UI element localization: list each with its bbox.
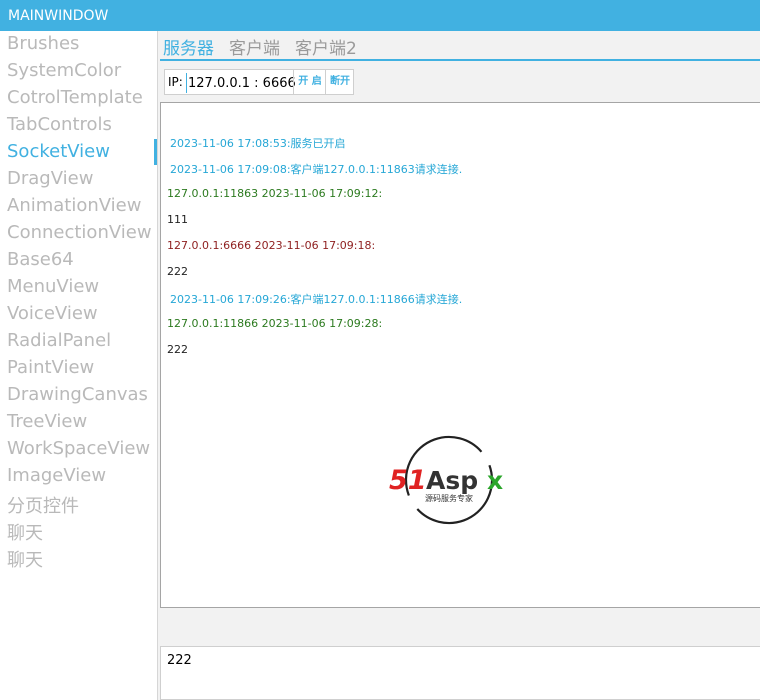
- start-server-button[interactable]: 开 启: [293, 70, 326, 94]
- disconnect-button[interactable]: 断开: [325, 70, 354, 94]
- sidebar-item[interactable]: MenuView: [7, 276, 99, 297]
- ip-bar: IP: 开 启 断开: [164, 69, 354, 95]
- tab-client[interactable]: 客户端: [229, 34, 280, 59]
- sidebar-item[interactable]: ImageView: [7, 465, 106, 486]
- sidebar-item[interactable]: DrawingCanvas: [7, 384, 148, 405]
- sidebar-item[interactable]: TreeView: [7, 411, 87, 432]
- logo-letters: Asp: [426, 466, 478, 495]
- window-title: MAINWINDOW: [8, 8, 109, 24]
- tab-server[interactable]: 服务器: [163, 34, 214, 59]
- tab-underline: [160, 59, 760, 61]
- message-system: 2023-11-06 17:08:53:服务已开启: [170, 137, 346, 150]
- sidebar: Brushes SystemColor CotrolTemplate TabContr…: [0, 31, 158, 700]
- ip-address-input[interactable]: [186, 73, 300, 93]
- sidebar-item[interactable]: 聊天: [7, 546, 43, 572]
- sidebar-item[interactable]: 分页控件: [7, 492, 79, 518]
- sidebar-item[interactable]: CotrolTemplate: [7, 87, 143, 108]
- title-bar: MAINWINDOW: [0, 0, 760, 31]
- logo-tagline: 源码服务专家: [425, 493, 473, 503]
- message-input-value: 222: [167, 653, 192, 668]
- sidebar-item[interactable]: VoiceView: [7, 303, 98, 324]
- sidebar-item[interactable]: SystemColor: [7, 60, 121, 81]
- sidebar-item[interactable]: WorkSpaceView: [7, 438, 150, 459]
- message-log[interactable]: 51 Asp x 源码服务专家 2023-11-06 17:08:53:服务已开…: [160, 102, 760, 608]
- sidebar-item[interactable]: Brushes: [7, 33, 79, 54]
- sidebar-item[interactable]: Base64: [7, 249, 74, 270]
- logo-x: x: [487, 466, 503, 495]
- message-server: 127.0.0.1:6666 2023-11-06 17:09:18:: [167, 239, 376, 252]
- sidebar-item[interactable]: 聊天: [7, 519, 43, 545]
- watermark-logo: 51 Asp x 源码服务专家: [389, 435, 503, 525]
- message-body: 222: [167, 265, 188, 278]
- message-client: 127.0.0.1:11866 2023-11-06 17:09:28:: [167, 317, 383, 330]
- sidebar-item[interactable]: SocketView: [7, 141, 110, 162]
- logo-number: 51: [389, 465, 427, 496]
- sidebar-item[interactable]: TabControls: [7, 114, 112, 135]
- tab-client-2[interactable]: 客户端2: [295, 34, 357, 59]
- sidebar-item[interactable]: RadialPanel: [7, 330, 111, 351]
- message-system: 2023-11-06 17:09:26:客户端127.0.0.1:11866请求…: [170, 293, 463, 306]
- message-system: 2023-11-06 17:09:08:客户端127.0.0.1:11863请求…: [170, 163, 463, 176]
- sidebar-item[interactable]: PaintView: [7, 357, 94, 378]
- main-content: 服务器 客户端 客户端2 IP: 开 启 断开 51 Asp x 源码服务专家 …: [158, 31, 760, 700]
- message-body: 222: [167, 343, 188, 356]
- sidebar-item[interactable]: ConnectionView: [7, 222, 152, 243]
- ip-label: IP:: [168, 75, 183, 89]
- message-client: 127.0.0.1:11863 2023-11-06 17:09:12:: [167, 187, 383, 200]
- sidebar-item[interactable]: DragView: [7, 168, 93, 189]
- sidebar-item[interactable]: AnimationView: [7, 195, 141, 216]
- message-body: 111: [167, 213, 188, 226]
- message-input[interactable]: 222: [160, 646, 760, 700]
